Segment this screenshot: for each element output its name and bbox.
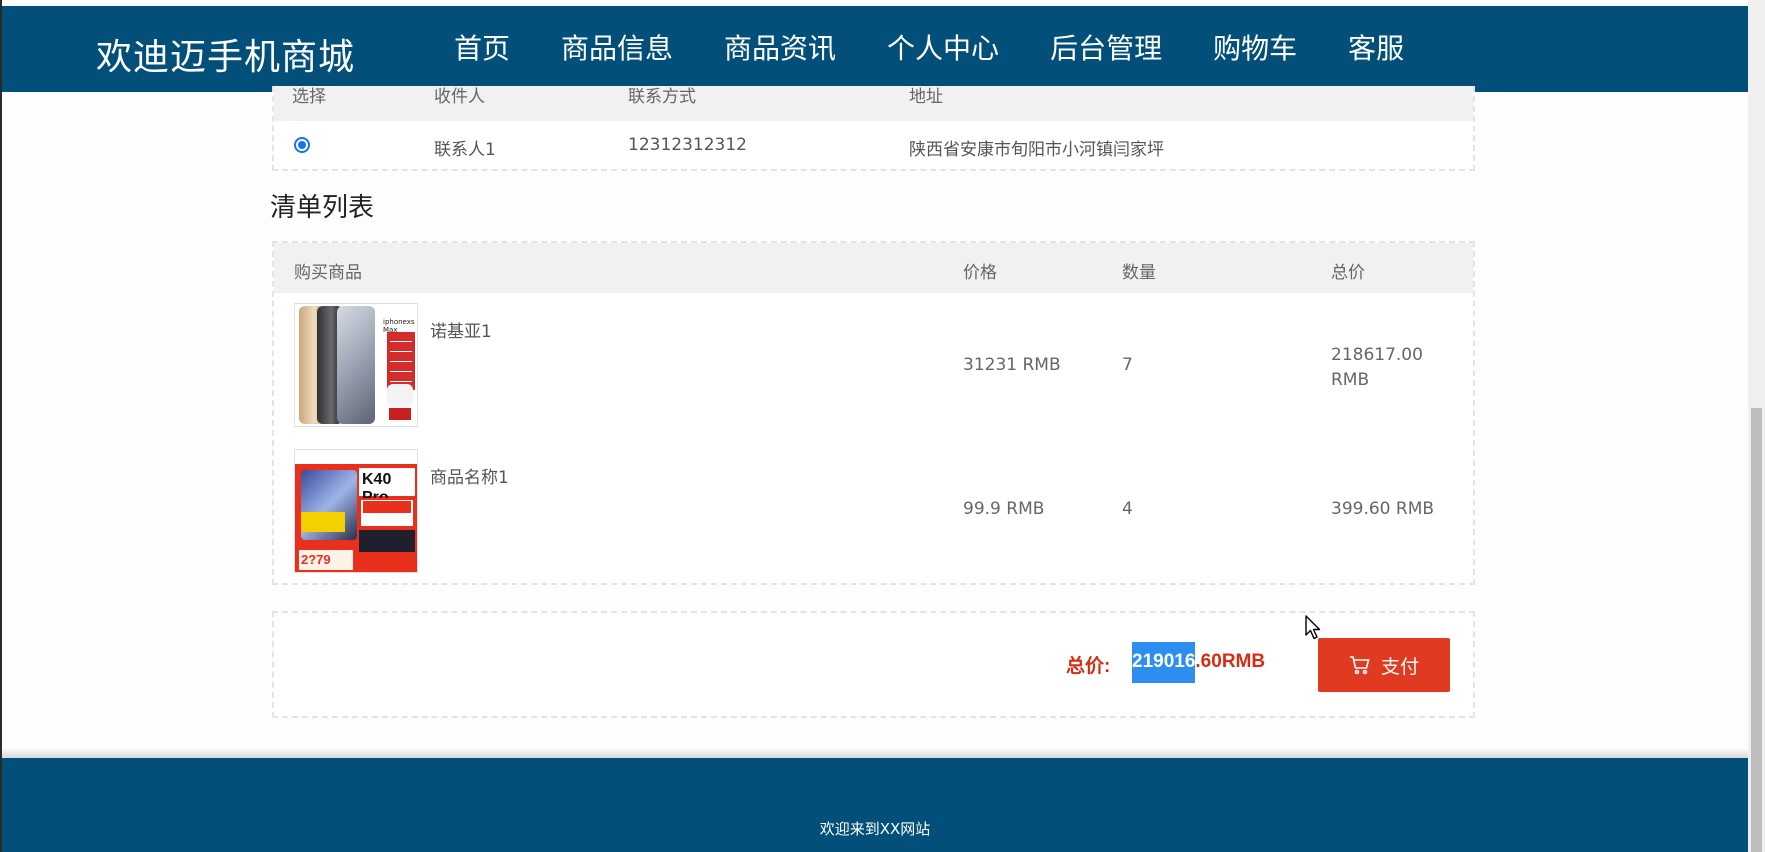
total-label: 总价:: [1066, 656, 1111, 677]
total-value-selected: 219016: [1132, 642, 1196, 683]
header-price: 价格: [963, 263, 997, 283]
header-total: 总价: [1331, 263, 1365, 283]
scrollbar-thumb[interactable]: [1751, 408, 1762, 852]
thumb-price: 2?79: [301, 552, 331, 567]
nav-item-cart[interactable]: 购物车: [1191, 6, 1320, 92]
header-select: 选择: [292, 87, 326, 107]
site-header: 欢迪迈手机商城 首页 商品信息 商品资讯 个人中心 后台管理 购物车 客服: [2, 6, 1748, 92]
product-name[interactable]: 商品名称1: [430, 463, 509, 488]
cart-icon: [1349, 656, 1370, 675]
footer-shadow: [2, 748, 1748, 758]
vertical-scrollbar[interactable]: [1748, 0, 1765, 852]
header-address: 地址: [909, 87, 943, 107]
mouse-cursor-icon: [1305, 615, 1321, 640]
product-quantity: 4: [1122, 499, 1133, 519]
nav-item-products[interactable]: 商品信息: [539, 6, 695, 92]
total-value: 219016.60RMB: [1132, 642, 1266, 683]
nav-item-profile[interactable]: 个人中心: [865, 6, 1021, 92]
product-name[interactable]: 诺基亚1: [430, 317, 492, 342]
product-price: 31231 RMB: [963, 355, 1061, 375]
window-left-edge: [0, 0, 2, 852]
header-quantity: 数量: [1122, 263, 1156, 283]
site-footer: 欢迎来到XX网站: [2, 758, 1748, 852]
product-price: 99.9 RMB: [963, 499, 1045, 519]
address-row[interactable]: 联系人1 12312312312 陕西省安康市旬阳市小河镇闫家坪: [274, 121, 1473, 169]
header-recipient: 收件人: [434, 87, 485, 107]
nav-item-news[interactable]: 商品资讯: [702, 6, 858, 92]
nav-item-admin[interactable]: 后台管理: [1028, 6, 1184, 92]
product-thumbnail[interactable]: iphonexs Max: [294, 303, 418, 427]
address-radio[interactable]: [294, 137, 310, 153]
recipient-name: 联系人1: [434, 140, 496, 160]
footer-text: 欢迎来到XX网站: [819, 820, 931, 838]
product-thumbnail[interactable]: K40 Pro 2?79: [294, 449, 418, 573]
address-table-header: 选择 收件人 联系方式 地址: [274, 86, 1473, 121]
total-value-rest: .60RMB: [1195, 651, 1266, 672]
product-quantity: 7: [1122, 355, 1133, 375]
header-product: 购买商品: [294, 263, 362, 283]
table-row: K40 Pro 2?79 商品名称1 99.9 RMB 4 399.60 RMB: [274, 439, 1473, 573]
items-table-header: 购买商品 价格 数量 总价: [274, 243, 1473, 293]
recipient-phone: 12312312312: [628, 135, 747, 155]
table-row: iphonexs Max 诺基亚1 31231 RMB 7 218617.00 …: [274, 293, 1473, 427]
section-title: 清单列表: [270, 193, 375, 223]
nav-item-home[interactable]: 首页: [432, 6, 532, 92]
items-table: 购买商品 价格 数量 总价 iphonexs Max 诺基亚1 31231 RM…: [272, 241, 1475, 585]
address-table: 选择 收件人 联系方式 地址 联系人1 12312312312 陕西省安康市旬阳…: [272, 86, 1475, 171]
product-line-total: 399.60 RMB: [1331, 499, 1435, 519]
product-line-total: 218617.00 RMB: [1331, 345, 1423, 390]
site-brand[interactable]: 欢迪迈手机商城: [96, 28, 355, 80]
main-nav: 首页 商品信息 商品资讯 个人中心 后台管理 购物车 客服: [432, 6, 1433, 92]
recipient-address: 陕西省安康市旬阳市小河镇闫家坪: [909, 140, 1164, 160]
nav-item-service[interactable]: 客服: [1326, 6, 1426, 92]
pay-button-label: 支付: [1380, 655, 1419, 678]
header-contact: 联系方式: [628, 87, 696, 107]
pay-button[interactable]: 支付: [1318, 638, 1450, 692]
order-summary: 总价: 219016.60RMB 支付: [272, 611, 1475, 718]
